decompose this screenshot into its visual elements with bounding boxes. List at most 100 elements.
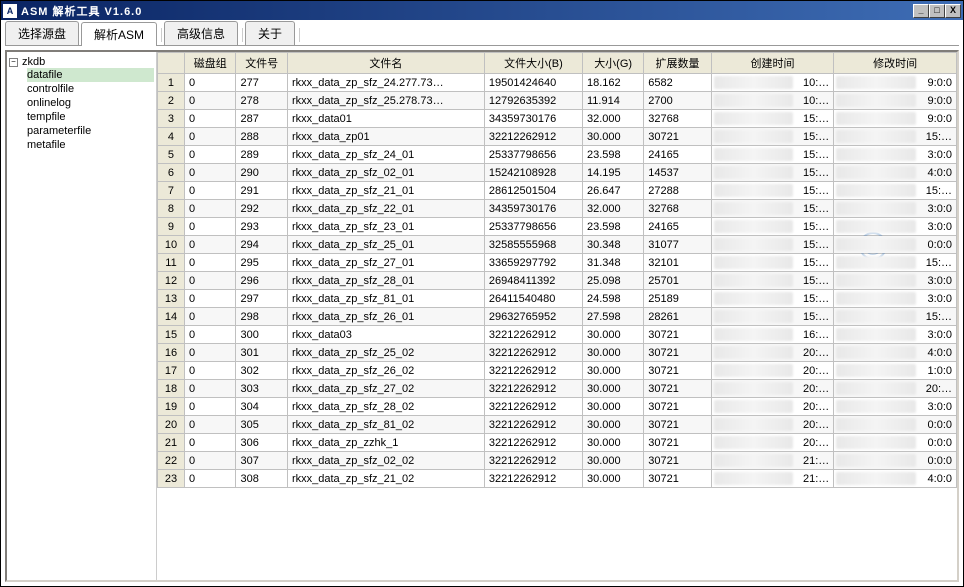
cell-sizeg[interactable]: 31.348 — [582, 254, 643, 272]
cell-fileno[interactable]: 294 — [236, 236, 287, 254]
cell-filename[interactable]: rkxx_data_zp_sfz_21_01 — [287, 182, 484, 200]
cell-mtime[interactable]: 15:… — [834, 254, 957, 272]
table-row[interactable]: 90293rkxx_data_zp_sfz_23_012533779865623… — [158, 218, 957, 236]
cell-fileno[interactable]: 277 — [236, 74, 287, 92]
tab-parse-asm[interactable]: 解析ASM — [81, 22, 157, 46]
close-button[interactable]: X — [945, 4, 961, 18]
table-row[interactable]: 10277rkxx_data_zp_sfz_24.277.73…19501424… — [158, 74, 957, 92]
tree-sidebar[interactable]: − zkdb datafilecontrolfileonlinelogtempf… — [7, 52, 157, 580]
cell-sizeg[interactable]: 30.000 — [582, 362, 643, 380]
cell-filename[interactable]: rkxx_data_zp_zzhk_1 — [287, 434, 484, 452]
cell-filename[interactable]: rkxx_data_zp_sfz_28_01 — [287, 272, 484, 290]
cell-disk[interactable]: 0 — [184, 398, 235, 416]
cell-filesize[interactable]: 33659297792 — [484, 254, 582, 272]
cell-mtime[interactable]: 9:0:0 — [834, 92, 957, 110]
cell-disk[interactable]: 0 — [184, 254, 235, 272]
cell-fileno[interactable]: 302 — [236, 362, 287, 380]
row-number[interactable]: 23 — [158, 470, 185, 488]
tree-node-tempfile[interactable]: tempfile — [27, 110, 154, 124]
cell-sizeg[interactable]: 23.598 — [582, 146, 643, 164]
table-row[interactable]: 80292rkxx_data_zp_sfz_22_013435973017632… — [158, 200, 957, 218]
cell-fileno[interactable]: 303 — [236, 380, 287, 398]
cell-disk[interactable]: 0 — [184, 218, 235, 236]
cell-extents[interactable]: 25701 — [644, 272, 711, 290]
row-number[interactable]: 11 — [158, 254, 185, 272]
col-sizeg-header[interactable]: 大小(G) — [582, 53, 643, 74]
cell-sizeg[interactable]: 30.000 — [582, 434, 643, 452]
cell-filesize[interactable]: 19501424640 — [484, 74, 582, 92]
cell-mtime[interactable]: 3:0:0 — [834, 290, 957, 308]
cell-filename[interactable]: rkxx_data_zp_sfz_26_02 — [287, 362, 484, 380]
cell-filename[interactable]: rkxx_data_zp_sfz_25.278.73… — [287, 92, 484, 110]
cell-ctime[interactable]: 16:… — [711, 326, 834, 344]
cell-ctime[interactable]: 20:… — [711, 344, 834, 362]
data-grid[interactable]: 磁盘组 文件号 文件名 文件大小(B) 大小(G) 扩展数量 创建时间 修改时间… — [157, 52, 957, 488]
cell-filename[interactable]: rkxx_data_zp_sfz_28_02 — [287, 398, 484, 416]
row-number[interactable]: 14 — [158, 308, 185, 326]
cell-sizeg[interactable]: 30.348 — [582, 236, 643, 254]
cell-filesize[interactable]: 25337798656 — [484, 146, 582, 164]
cell-ctime[interactable]: 15:… — [711, 200, 834, 218]
cell-extents[interactable]: 25189 — [644, 290, 711, 308]
cell-fileno[interactable]: 293 — [236, 218, 287, 236]
table-row[interactable]: 230308rkxx_data_zp_sfz_21_02322122629123… — [158, 470, 957, 488]
cell-fileno[interactable]: 296 — [236, 272, 287, 290]
cell-filename[interactable]: rkxx_data_zp01 — [287, 128, 484, 146]
cell-mtime[interactable]: 0:0:0 — [834, 416, 957, 434]
cell-filesize[interactable]: 32212262912 — [484, 452, 582, 470]
cell-ctime[interactable]: 10:… — [711, 92, 834, 110]
row-number[interactable]: 19 — [158, 398, 185, 416]
row-number[interactable]: 9 — [158, 218, 185, 236]
col-mtime-header[interactable]: 修改时间 — [834, 53, 957, 74]
cell-disk[interactable]: 0 — [184, 236, 235, 254]
cell-filename[interactable]: rkxx_data_zp_sfz_24_01 — [287, 146, 484, 164]
table-row[interactable]: 110295rkxx_data_zp_sfz_27_01336592977923… — [158, 254, 957, 272]
cell-fileno[interactable]: 301 — [236, 344, 287, 362]
cell-sizeg[interactable]: 26.647 — [582, 182, 643, 200]
cell-ctime[interactable]: 10:… — [711, 74, 834, 92]
cell-extents[interactable]: 27288 — [644, 182, 711, 200]
cell-mtime[interactable]: 9:0:0 — [834, 74, 957, 92]
cell-filename[interactable]: rkxx_data_zp_sfz_22_01 — [287, 200, 484, 218]
cell-extents[interactable]: 30721 — [644, 362, 711, 380]
cell-sizeg[interactable]: 25.098 — [582, 272, 643, 290]
tree-node-onlinelog[interactable]: onlinelog — [27, 96, 154, 110]
cell-fileno[interactable]: 304 — [236, 398, 287, 416]
cell-fileno[interactable]: 287 — [236, 110, 287, 128]
tree-node-controlfile[interactable]: controlfile — [27, 82, 154, 96]
cell-mtime[interactable]: 15:… — [834, 182, 957, 200]
table-row[interactable]: 200305rkxx_data_zp_sfz_81_02322122629123… — [158, 416, 957, 434]
cell-filename[interactable]: rkxx_data_zp_sfz_23_01 — [287, 218, 484, 236]
cell-ctime[interactable]: 15:… — [711, 218, 834, 236]
cell-ctime[interactable]: 20:… — [711, 398, 834, 416]
row-number[interactable]: 18 — [158, 380, 185, 398]
cell-extents[interactable]: 32768 — [644, 110, 711, 128]
cell-fileno[interactable]: 295 — [236, 254, 287, 272]
cell-extents[interactable]: 2700 — [644, 92, 711, 110]
cell-disk[interactable]: 0 — [184, 110, 235, 128]
table-row[interactable]: 210306rkxx_data_zp_zzhk_13221226291230.0… — [158, 434, 957, 452]
tab-advanced-info[interactable]: 高级信息 — [164, 21, 238, 45]
tree-node-parameterfile[interactable]: parameterfile — [27, 124, 154, 138]
row-number[interactable]: 12 — [158, 272, 185, 290]
cell-filesize[interactable]: 32212262912 — [484, 362, 582, 380]
cell-mtime[interactable]: 3:0:0 — [834, 146, 957, 164]
cell-fileno[interactable]: 306 — [236, 434, 287, 452]
cell-extents[interactable]: 30721 — [644, 380, 711, 398]
minimize-button[interactable]: _ — [913, 4, 929, 18]
cell-disk[interactable]: 0 — [184, 146, 235, 164]
cell-mtime[interactable]: 0:0:0 — [834, 452, 957, 470]
cell-filename[interactable]: rkxx_data_zp_sfz_27_01 — [287, 254, 484, 272]
col-fileno-header[interactable]: 文件号 — [236, 53, 287, 74]
cell-disk[interactable]: 0 — [184, 128, 235, 146]
cell-filename[interactable]: rkxx_data01 — [287, 110, 484, 128]
col-filesize-header[interactable]: 文件大小(B) — [484, 53, 582, 74]
cell-disk[interactable]: 0 — [184, 416, 235, 434]
cell-ctime[interactable]: 21:… — [711, 470, 834, 488]
cell-filesize[interactable]: 28612501504 — [484, 182, 582, 200]
cell-sizeg[interactable]: 27.598 — [582, 308, 643, 326]
cell-extents[interactable]: 32768 — [644, 200, 711, 218]
cell-ctime[interactable]: 15:… — [711, 308, 834, 326]
data-grid-wrap[interactable]: ® 磁盘组 文件号 文件名 文件大小(B) 大小(G) 扩展数量 创建时间 修改 — [157, 52, 957, 580]
cell-disk[interactable]: 0 — [184, 308, 235, 326]
